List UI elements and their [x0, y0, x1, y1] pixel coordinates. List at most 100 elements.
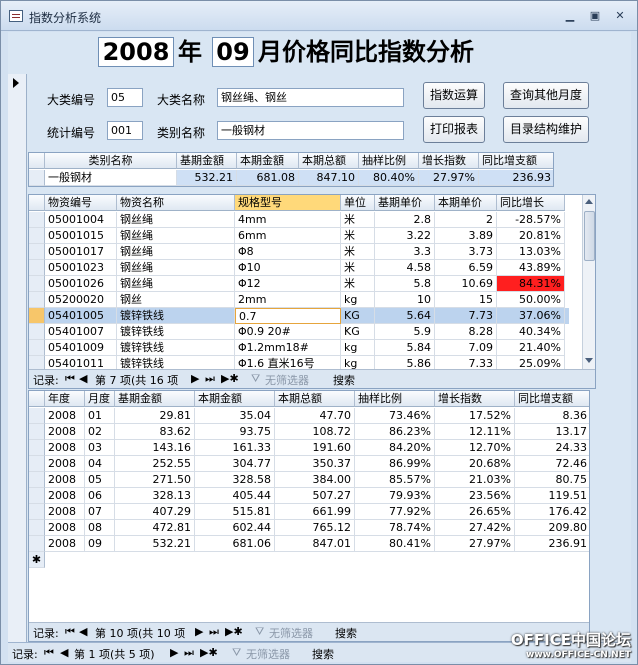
cell[interactable]: 12.11%: [435, 424, 515, 440]
first-record-icon[interactable]: ⏮: [65, 372, 75, 386]
table-row[interactable]: 05001015 钢丝绳 6mm 米 3.22 3.89 20.81%: [29, 228, 569, 244]
cell[interactable]: 12.70%: [435, 440, 515, 456]
cell[interactable]: 20.81%: [497, 228, 565, 244]
cell[interactable]: 5.9: [375, 324, 435, 340]
cell[interactable]: 79.93%: [355, 488, 435, 504]
cell[interactable]: 2008: [45, 536, 85, 552]
col-header[interactable]: 物资名称: [117, 195, 235, 211]
first-record-icon[interactable]: ⏮: [44, 646, 54, 660]
cell[interactable]: 384.00: [275, 472, 355, 488]
record-position[interactable]: 第 7 项(共 16 项: [95, 372, 178, 388]
cell[interactable]: 108.72: [275, 424, 355, 440]
cell[interactable]: 847.01: [275, 536, 355, 552]
filter-status[interactable]: 无筛选器: [269, 625, 313, 641]
category-name-field[interactable]: 钢丝绳、钢丝: [217, 88, 404, 107]
cell[interactable]: 271.50: [115, 472, 195, 488]
row-selector[interactable]: [29, 276, 45, 292]
cell[interactable]: 602.44: [195, 520, 275, 536]
cell[interactable]: 681.08: [237, 170, 299, 186]
cell[interactable]: 8.28: [435, 324, 497, 340]
col-header[interactable]: 增长指数: [419, 153, 479, 169]
cell[interactable]: 80.41%: [355, 536, 435, 552]
last-record-icon[interactable]: ⏭: [209, 625, 219, 639]
row-selector[interactable]: [29, 472, 45, 488]
cell[interactable]: 119.51: [515, 488, 589, 504]
col-header[interactable]: 基期金额: [115, 391, 195, 407]
search-box[interactable]: 搜索: [333, 372, 355, 388]
row-selector[interactable]: [29, 292, 45, 308]
cell[interactable]: 252.55: [115, 456, 195, 472]
col-header[interactable]: 规格型号: [235, 195, 341, 211]
cell[interactable]: 05401005: [45, 308, 117, 324]
category-no-field[interactable]: 05: [107, 88, 143, 107]
cell[interactable]: 2008: [45, 472, 85, 488]
cell[interactable]: 10.69: [435, 276, 497, 292]
table-row[interactable]: 2008 09 532.21 681.06 847.01 80.41% 27.97% 236.…: [29, 536, 589, 552]
cell[interactable]: 2008: [45, 440, 85, 456]
cell[interactable]: 143.16: [115, 440, 195, 456]
cell[interactable]: Φ8: [235, 244, 341, 260]
cell[interactable]: 27.97%: [435, 536, 515, 552]
row-selector[interactable]: [29, 244, 45, 260]
cell[interactable]: 6.59: [435, 260, 497, 276]
cell[interactable]: 4mm: [235, 212, 341, 228]
cell[interactable]: 47.70: [275, 408, 355, 424]
cell[interactable]: 21.40%: [497, 340, 565, 356]
row-selector[interactable]: [29, 536, 45, 552]
cell[interactable]: 米: [341, 228, 375, 244]
cell[interactable]: 17.52%: [435, 408, 515, 424]
cell[interactable]: 5.8: [375, 276, 435, 292]
cell[interactable]: 钢丝绳: [117, 260, 235, 276]
cell[interactable]: Φ1.2mm18#: [235, 340, 341, 356]
cell[interactable]: 405.44: [195, 488, 275, 504]
cell[interactable]: 2008: [45, 488, 85, 504]
col-header[interactable]: 本期总额: [275, 391, 355, 407]
cell[interactable]: 一般钢材: [45, 170, 177, 186]
cell[interactable]: 681.06: [195, 536, 275, 552]
items-scrollbar[interactable]: [582, 195, 595, 369]
cell[interactable]: 27.42%: [435, 520, 515, 536]
row-selector[interactable]: [29, 488, 45, 504]
cell[interactable]: -28.57%: [497, 212, 565, 228]
close-button[interactable]: ✕: [609, 8, 631, 24]
last-record-icon[interactable]: ⏭: [205, 372, 215, 386]
cell[interactable]: 米: [341, 276, 375, 292]
row-selector[interactable]: [29, 504, 45, 520]
record-selector[interactable]: [8, 74, 27, 642]
cell[interactable]: 2: [435, 212, 497, 228]
row-selector[interactable]: [29, 308, 45, 324]
cell[interactable]: 04: [85, 456, 115, 472]
minimize-button[interactable]: ▁: [559, 8, 581, 24]
next-record-icon[interactable]: ▶: [170, 646, 178, 659]
cell[interactable]: 4.58: [375, 260, 435, 276]
prev-record-icon[interactable]: ◀: [79, 372, 87, 385]
col-header[interactable]: 抽样比例: [359, 153, 419, 169]
table-row[interactable]: 2008 08 472.81 602.44 765.12 78.74% 27.42% 209.…: [29, 520, 589, 536]
cell[interactable]: 2008: [45, 456, 85, 472]
cell[interactable]: 37.06%: [497, 308, 565, 324]
cell[interactable]: 2008: [45, 408, 85, 424]
new-record-row[interactable]: ✱: [29, 552, 589, 568]
cell[interactable]: 50.00%: [497, 292, 565, 308]
table-row[interactable]: 2008 02 83.62 93.75 108.72 86.23% 12.11% 13.17: [29, 424, 589, 440]
next-record-icon[interactable]: ▶: [195, 625, 203, 638]
cell[interactable]: 5.64: [375, 308, 435, 324]
record-position[interactable]: 第 10 项(共 10 项: [95, 625, 185, 641]
cell[interactable]: 532.21: [177, 170, 237, 186]
cell[interactable]: 08: [85, 520, 115, 536]
cell[interactable]: 钢丝绳: [117, 276, 235, 292]
cell[interactable]: 3.89: [435, 228, 497, 244]
cell[interactable]: 35.04: [195, 408, 275, 424]
cell[interactable]: 05001017: [45, 244, 117, 260]
catalog-maintenance-button[interactable]: 目录结构维护: [503, 116, 589, 143]
col-header[interactable]: 同比增长: [497, 195, 565, 211]
cell[interactable]: 05001004: [45, 212, 117, 228]
scroll-thumb[interactable]: [584, 211, 595, 261]
col-header[interactable]: 月度: [85, 391, 115, 407]
next-record-icon[interactable]: ▶: [191, 372, 199, 385]
cell[interactable]: 05001026: [45, 276, 117, 292]
col-header[interactable]: 本期金額: [237, 153, 299, 169]
col-header[interactable]: 本期单价: [435, 195, 497, 211]
row-selector[interactable]: [29, 212, 45, 228]
cell[interactable]: 2mm: [235, 292, 341, 308]
